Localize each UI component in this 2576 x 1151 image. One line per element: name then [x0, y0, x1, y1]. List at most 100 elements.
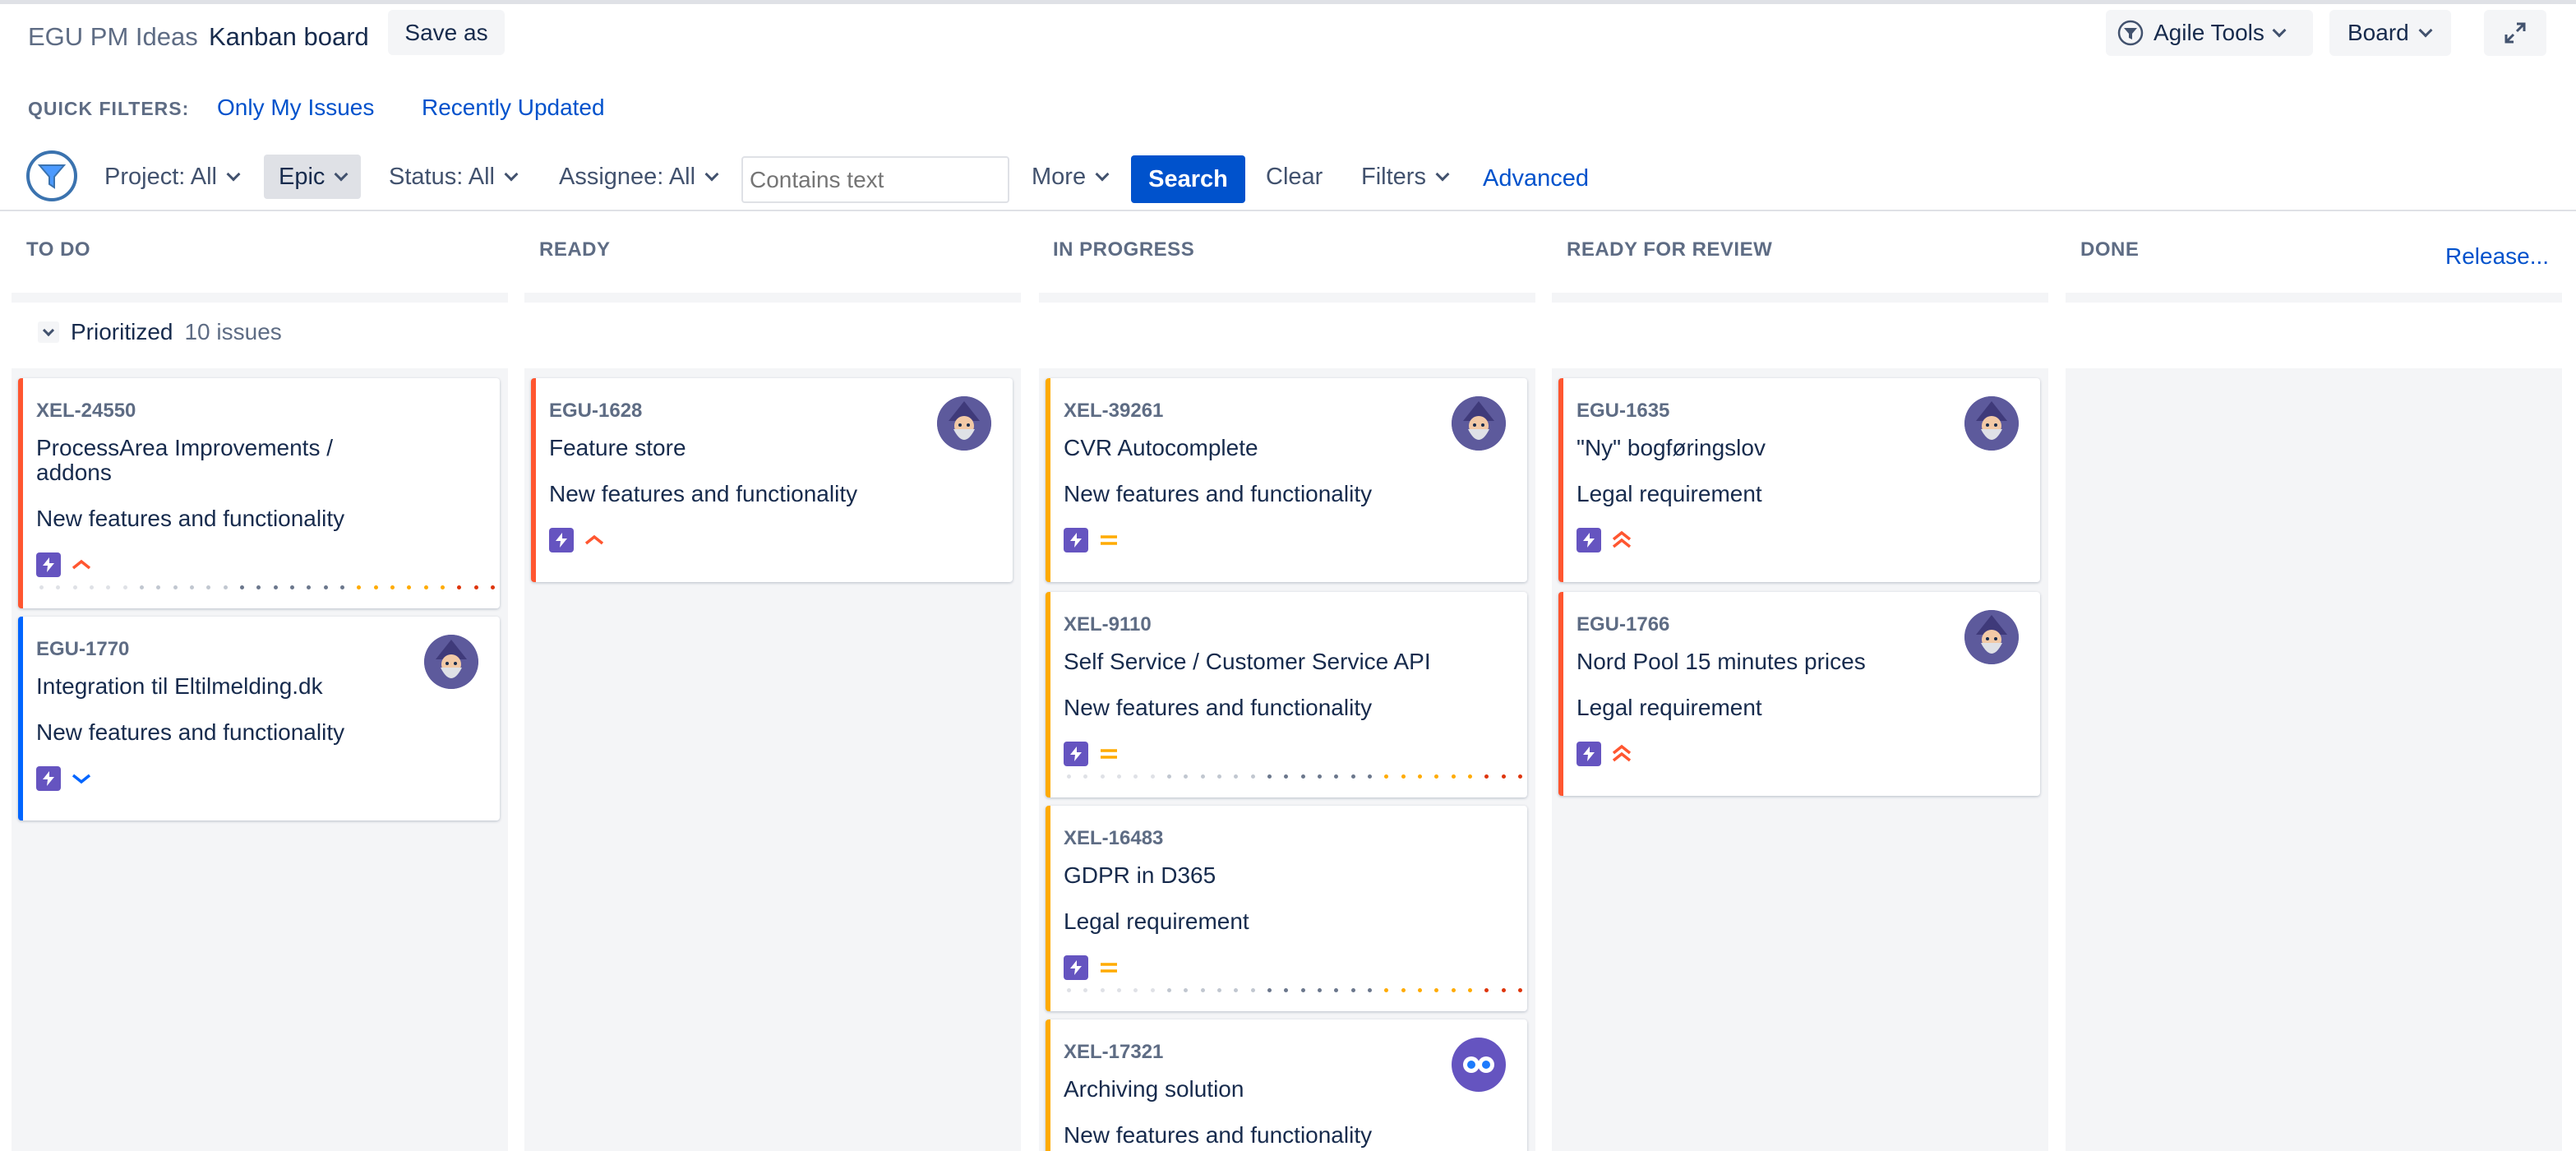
assignee-avatar[interactable] [1964, 396, 2019, 451]
day-dot [1216, 774, 1221, 779]
priority-high-icon [72, 559, 91, 570]
issue-summary: GDPR in D365 [1064, 862, 1216, 888]
lightning-icon [1064, 742, 1088, 766]
agile-tools-button[interactable]: Agile Tools [2106, 10, 2313, 56]
project-name[interactable]: EGU PM Ideas [28, 22, 198, 52]
chevron-down-icon [2272, 23, 2287, 37]
issue-key[interactable]: XEL-39261 [1064, 400, 1163, 423]
board-menu-button[interactable]: Board [2329, 10, 2451, 56]
day-dot [256, 585, 261, 589]
clear-button[interactable]: Clear [1266, 155, 1323, 199]
day-dot [122, 585, 127, 589]
chevron-down-icon [226, 167, 241, 181]
issue-key[interactable]: EGU-1770 [36, 638, 129, 661]
issue-key[interactable]: EGU-1635 [1577, 400, 1669, 423]
more-filter[interactable]: More [1032, 155, 1110, 199]
day-dot [1067, 774, 1071, 779]
day-dot [1434, 774, 1439, 779]
card-icons [1577, 528, 1632, 552]
wizard-avatar-icon [1964, 610, 2019, 664]
issue-card[interactable]: XEL-9110 Self Service / Customer Service… [1046, 592, 1527, 797]
day-dot [56, 585, 61, 589]
priority-low-icon [72, 774, 91, 784]
filters-menu[interactable]: Filters [1361, 155, 1450, 199]
owl-avatar[interactable] [1452, 1038, 1506, 1092]
issue-card[interactable]: EGU-1635 "Ny" bogføringslov Legal requir… [1558, 378, 2040, 582]
issue-key[interactable]: XEL-16483 [1064, 827, 1163, 850]
filter-funnel-button[interactable] [26, 150, 77, 201]
epic-label: New features and functionality [549, 481, 858, 506]
clear-label: Clear [1266, 163, 1323, 190]
chevron-down-icon [334, 167, 349, 181]
assignee-filter[interactable]: Assignee: All [559, 155, 719, 199]
wizard-avatar-icon [424, 635, 478, 689]
search-button[interactable]: Search [1131, 155, 1245, 203]
agile-tools-icon [2117, 20, 2144, 46]
epic-label: New features and functionality [1064, 695, 1373, 720]
issue-key[interactable]: XEL-24550 [36, 400, 136, 423]
issue-key[interactable]: EGU-1766 [1577, 613, 1669, 636]
column-header-to-do: TO DO [26, 238, 91, 261]
day-dot [1267, 988, 1272, 992]
day-dot [156, 585, 161, 589]
issue-card[interactable]: XEL-16483 GDPR in D365 Legal requirement [1046, 806, 1527, 1011]
more-filter-label: More [1032, 163, 1087, 190]
issue-summary: ProcessArea Improvements / addons [36, 435, 334, 485]
swimlane-name: Prioritized [71, 319, 173, 344]
fullscreen-button[interactable] [2484, 10, 2546, 56]
day-dot [1184, 988, 1189, 992]
issue-card[interactable]: XEL-17321 Archiving solution New feature… [1046, 1019, 1527, 1151]
epic-filter[interactable]: Epic [264, 155, 362, 199]
status-filter[interactable]: Status: All [389, 155, 519, 199]
day-dot [106, 585, 111, 589]
issue-card[interactable]: EGU-1770 Integration til Eltilmelding.dk… [18, 617, 500, 820]
day-dot [72, 585, 77, 589]
board-menu-label: Board [2347, 20, 2409, 45]
card-icons [1064, 955, 1119, 980]
epic-label: New features and functionality [36, 506, 345, 531]
swimlane-header[interactable]: Prioritized 10 issues [38, 319, 282, 345]
day-dot [1451, 774, 1456, 779]
issue-key[interactable]: XEL-17321 [1064, 1041, 1163, 1064]
day-dot [1083, 774, 1088, 779]
day-dot [1250, 988, 1255, 992]
column-header-in-progress: IN PROGRESS [1053, 238, 1195, 261]
advanced-link[interactable]: Advanced [1483, 165, 1589, 192]
card-icons [36, 766, 92, 791]
day-dot [1234, 988, 1239, 992]
save-as-button[interactable]: Save as [388, 10, 505, 55]
day-dot [1451, 988, 1456, 992]
day-dot [1417, 774, 1422, 779]
day-dot [490, 585, 495, 589]
issue-card[interactable]: XEL-39261 CVR Autocomplete New features … [1046, 378, 1527, 582]
assignee-avatar[interactable] [1452, 396, 1506, 451]
column-done [2066, 368, 2562, 1151]
day-dot [1300, 774, 1305, 779]
issue-key[interactable]: XEL-9110 [1064, 613, 1152, 636]
filter-bar: Project: All Epic Status: All Assignee: … [0, 148, 2576, 212]
column-header-ready-for-review: READY FOR REVIEW [1567, 238, 1773, 261]
day-dot [1133, 774, 1138, 779]
day-dot [1484, 774, 1489, 779]
day-dot [1067, 988, 1071, 992]
quick-filter-recently-updated[interactable]: Recently Updated [422, 95, 605, 121]
issue-card[interactable]: EGU-1766 Nord Pool 15 minutes prices Leg… [1558, 592, 2040, 796]
lightning-icon [1064, 955, 1088, 980]
issue-card[interactable]: EGU-1628 Feature store New features and … [531, 378, 1013, 582]
assignee-avatar[interactable] [424, 635, 478, 689]
day-dot [1517, 774, 1522, 779]
assignee-avatar[interactable] [937, 396, 991, 451]
contains-text-input[interactable] [741, 156, 1009, 203]
issue-key[interactable]: EGU-1628 [549, 400, 642, 423]
project-filter[interactable]: Project: All [104, 155, 241, 199]
assignee-avatar[interactable] [1964, 610, 2019, 664]
release-link[interactable]: Release... [2445, 243, 2549, 270]
day-dot [357, 585, 362, 589]
day-dot [1083, 988, 1088, 992]
chevron-down-icon[interactable] [38, 321, 59, 343]
day-dot [1150, 774, 1155, 779]
day-dot [39, 585, 44, 589]
quick-filter-only-my-issues[interactable]: Only My Issues [217, 95, 374, 121]
day-dot [473, 585, 478, 589]
issue-card[interactable]: XEL-24550 ProcessArea Improvements / add… [18, 378, 500, 608]
